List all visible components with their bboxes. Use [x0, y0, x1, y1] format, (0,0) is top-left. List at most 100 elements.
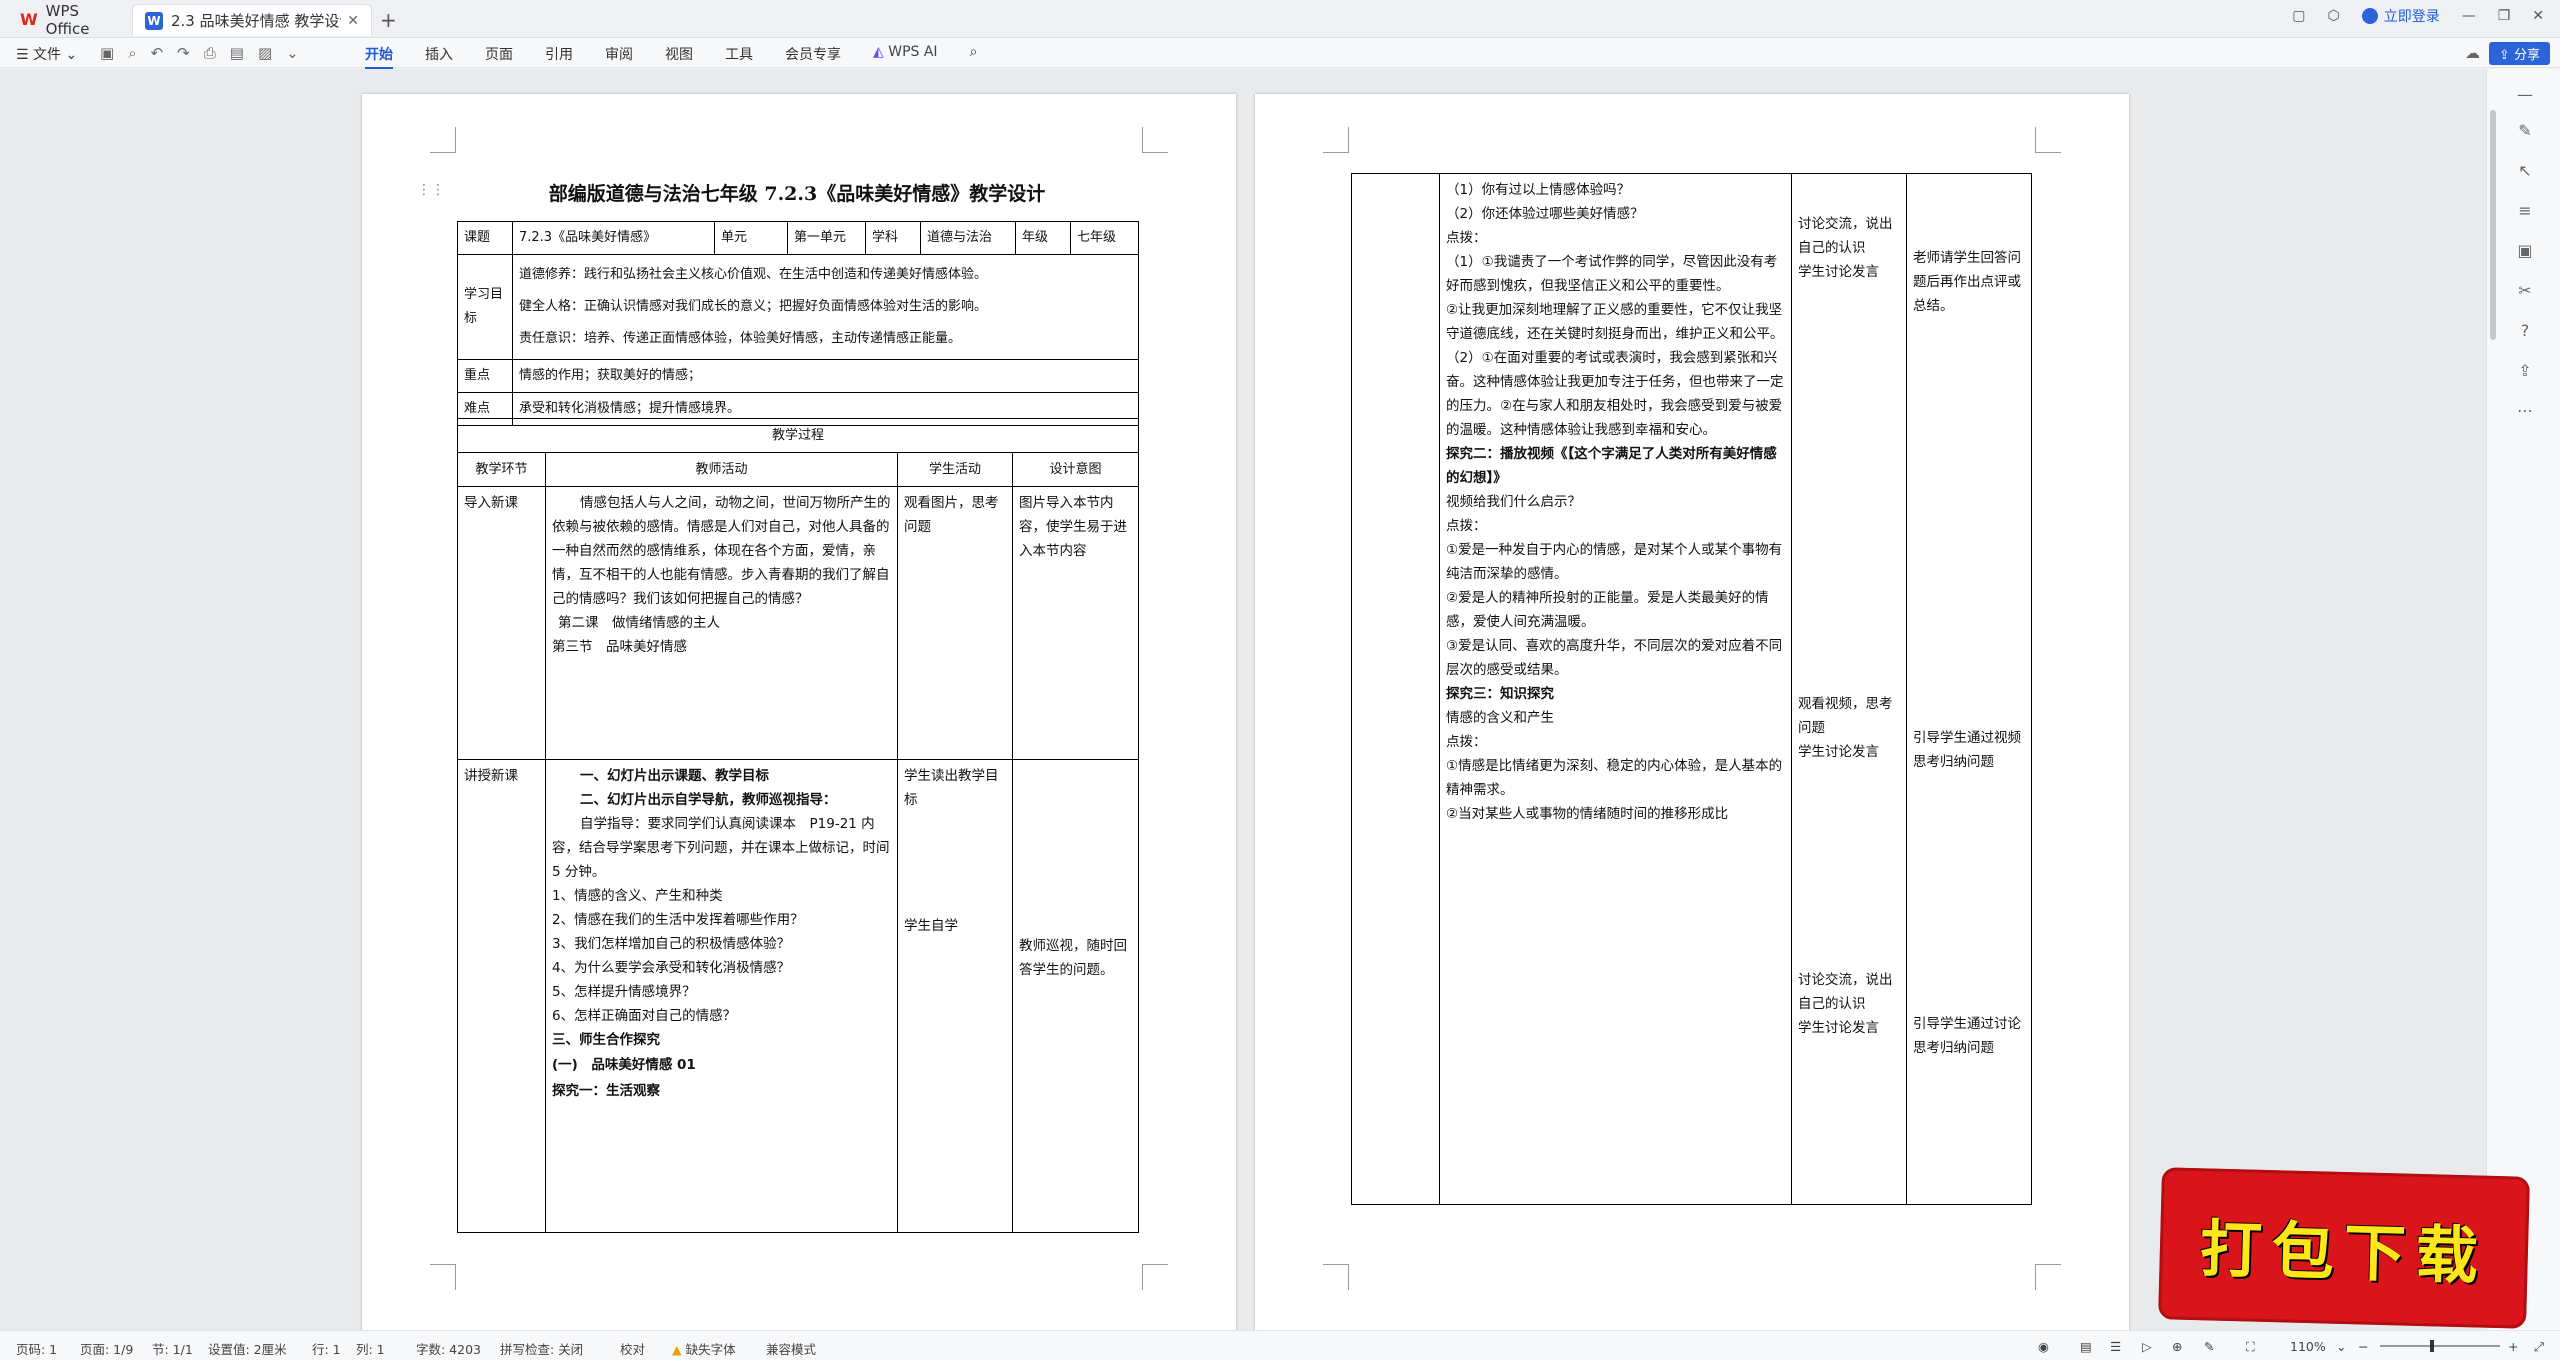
- status-col[interactable]: 列: 1: [356, 1339, 385, 1358]
- cell-course-val: 7.2.3《品味美好情感》: [512, 221, 715, 255]
- page-view-icon[interactable]: ▤: [2080, 1339, 2092, 1354]
- edit-icon[interactable]: ✎: [2515, 121, 2535, 140]
- p2-student-1: 讨论交流，说出自己的认识: [1798, 216, 1893, 256]
- format-icon[interactable]: ≡: [2515, 201, 2535, 220]
- cube-icon[interactable]: ⬡: [2327, 8, 2339, 24]
- more-dropdown-icon[interactable]: ⌄: [286, 44, 299, 62]
- tab-view[interactable]: 视图: [665, 44, 693, 64]
- tab-page[interactable]: 页面: [485, 44, 513, 64]
- r2-student: 学生读出教学目标 学生自学: [897, 759, 1013, 1233]
- cloud-sync-icon[interactable]: ☁: [2465, 44, 2480, 62]
- tab-doc-label: 2.3 品味美好情感 教学设计-2: [171, 12, 341, 30]
- collapse-icon[interactable]: —: [2515, 85, 2535, 104]
- status-proof[interactable]: 校对: [620, 1339, 645, 1358]
- r2-question-1: 1、情感的含义、产生和种类: [552, 888, 723, 904]
- play-icon[interactable]: ▷: [2142, 1339, 2152, 1354]
- image-icon[interactable]: ▨: [258, 44, 272, 62]
- status-bar: 页码: 1 页面: 1/9 节: 1/1 设置值: 2厘米 行: 1 列: 1 …: [0, 1330, 2560, 1360]
- missing-font-label: 缺失字体: [685, 1342, 736, 1357]
- search-doc-icon[interactable]: ⌕: [128, 44, 136, 62]
- p2-line: （2）①在面对重要的考试或表演时，我会感到紧张和兴奋。这种情感体验让我更加专注于…: [1446, 350, 1784, 438]
- status-pages[interactable]: 页面: 1/9: [80, 1339, 133, 1358]
- right-side-panel: — ✎ ↖ ≡ ▣ ✂ ? ⇪ ⋯: [2486, 69, 2560, 1330]
- r2-question-2: 2、情感在我们的生活中发挥着哪些作用？: [552, 912, 804, 928]
- document-canvas[interactable]: ⋮⋮ 部编版道德与法治七年级 7.2.3《品味美好情感》教学设计 课题 7.2.…: [0, 69, 2486, 1330]
- share-button[interactable]: ⇪ 分享: [2488, 42, 2550, 65]
- search-icon[interactable]: ⌕: [970, 44, 978, 64]
- drag-handle-icon[interactable]: ⋮⋮: [417, 182, 445, 198]
- r1-teacher-chapter: 第二课 做情绪情感的主人: [558, 615, 720, 631]
- status-missing-font[interactable]: ▲ 缺失字体: [672, 1339, 736, 1358]
- undo-icon[interactable]: ↶: [151, 44, 164, 62]
- outline-view-icon[interactable]: ☰: [2110, 1339, 2121, 1354]
- status-row[interactable]: 行: 1: [312, 1339, 341, 1358]
- ribbon: ☰ 文件 ⌄ ▣ ⌕ ↶ ↷ ⎙ ▤ ▨ ⌄ 开始 插入 页面 引用 审阅 视图…: [0, 38, 2560, 69]
- tab-member[interactable]: 会员专享: [785, 44, 841, 64]
- cell-key-key: 重点: [457, 359, 513, 393]
- tab-wps-home[interactable]: W WPS Office: [8, 2, 128, 38]
- minimize-icon[interactable]: —: [2462, 8, 2476, 24]
- corner-mark: [430, 127, 456, 153]
- status-setting[interactable]: 设置值: 2厘米: [208, 1339, 287, 1358]
- tab-document[interactable]: W 2.3 品味美好情感 教学设计-2 ✕: [132, 4, 372, 36]
- tab-wps-ai[interactable]: ◭ WPS AI: [873, 44, 938, 64]
- tab-insert[interactable]: 插入: [425, 44, 453, 64]
- status-words[interactable]: 字数: 4203: [416, 1339, 481, 1358]
- status-compat[interactable]: 兼容模式: [766, 1339, 816, 1358]
- zoom-in-icon[interactable]: +: [2508, 1339, 2518, 1354]
- close-window-icon[interactable]: ✕: [2532, 8, 2544, 24]
- eye-icon[interactable]: ◉: [2038, 1339, 2049, 1354]
- tools-icon[interactable]: ✂: [2515, 281, 2535, 300]
- help-icon[interactable]: ?: [2515, 321, 2535, 340]
- status-page-num[interactable]: 页码: 1: [16, 1339, 57, 1358]
- tab-tools[interactable]: 工具: [725, 44, 753, 64]
- tab-reference[interactable]: 引用: [545, 44, 573, 64]
- goal-3: 责任意识：培养、传递正面情感体验，体验美好情感，主动传递情感正能量。: [519, 331, 962, 346]
- login-button[interactable]: 立即登录: [2361, 6, 2440, 26]
- web-view-icon[interactable]: ⊕: [2172, 1339, 2182, 1354]
- scrollbar-thumb[interactable]: [2490, 110, 2496, 340]
- export-icon[interactable]: ▤: [230, 44, 244, 62]
- p2-student: 讨论交流，说出自己的认识 学生讨论发言 观看视频，思考问题 学生讨论发言 讨论交…: [1791, 173, 1907, 1205]
- status-spell[interactable]: 拼写检查: 关闭: [500, 1339, 583, 1358]
- r2-question-3: 3、我们怎样增加自己的积极情感体验？: [552, 936, 791, 952]
- zoom-slider-knob[interactable]: [2430, 1340, 2434, 1352]
- header-student: 学生活动: [897, 452, 1013, 487]
- cell-unit-key: 单元: [714, 221, 788, 255]
- document-title: 部编版道德与法治七年级 7.2.3《品味美好情感》教学设计: [548, 183, 1046, 205]
- redo-icon[interactable]: ↷: [177, 44, 190, 62]
- header-teacher: 教师活动: [545, 452, 898, 487]
- select-icon[interactable]: ↖: [2515, 161, 2535, 180]
- r1-teacher-section: 第三节 品味美好情感: [552, 639, 687, 655]
- new-tab-icon[interactable]: +: [380, 8, 397, 32]
- tab-home[interactable]: 开始: [365, 44, 393, 69]
- more-icon[interactable]: ⋯: [2515, 401, 2535, 420]
- translate-icon[interactable]: ▣: [2515, 241, 2535, 260]
- download-promo-badge[interactable]: 打包下载: [2158, 1167, 2530, 1329]
- zoom-level[interactable]: 110%: [2290, 1339, 2326, 1354]
- p2-intent-2: 引导学生通过视频思考归纳问题: [1913, 730, 2021, 770]
- share-panel-icon[interactable]: ⇪: [2515, 361, 2535, 380]
- save-icon[interactable]: ▣: [100, 44, 114, 62]
- file-menu[interactable]: ☰ 文件 ⌄: [16, 44, 77, 64]
- r2-self-study: 自学指导：要求同学们认真阅读课本 P19-21 内容，结合导学案思考下列问题，并…: [552, 816, 890, 880]
- restore-icon[interactable]: ❐: [2498, 8, 2511, 24]
- print-icon[interactable]: ⎙: [204, 44, 216, 62]
- r1-teacher-text: 情感包括人与人之间，动物之间，世间万物所产生的依赖与被依赖的感情。情感是人们对自…: [552, 495, 891, 607]
- page-2: （1）你有过以上情感体验吗？ （2）你还体验过哪些美好情感？ 点拨： （1）①我…: [1255, 94, 2129, 1330]
- zoom-slider[interactable]: [2380, 1345, 2500, 1347]
- pen-icon[interactable]: ✎: [2204, 1339, 2214, 1354]
- zoom-dropdown-icon[interactable]: ⌄: [2336, 1339, 2346, 1354]
- tab-review[interactable]: 审阅: [605, 44, 633, 64]
- fullscreen-icon[interactable]: ⤢: [2534, 1339, 2544, 1355]
- p2-line: （2）你还体验过哪些美好情感？: [1446, 206, 1644, 222]
- r2-step-2: 二、幻灯片出示自学导航，教师巡视指导：: [580, 792, 837, 808]
- p2-student-3b: 学生讨论发言: [1798, 1020, 1879, 1036]
- fit-icon[interactable]: ⛶: [2246, 1339, 2255, 1355]
- close-tab-icon[interactable]: ✕: [347, 13, 359, 29]
- layout-icon[interactable]: ▢: [2292, 8, 2305, 24]
- p2-intent-1: 老师请学生回答问题后再作出点评或总结。: [1913, 250, 2021, 314]
- process-table: 教学过程 教学环节 教师活动 学生活动 设计意图 导入新课 情感包括人与人之间，…: [456, 418, 1140, 1233]
- zoom-out-icon[interactable]: −: [2358, 1339, 2368, 1354]
- status-section[interactable]: 节: 1/1: [152, 1339, 193, 1358]
